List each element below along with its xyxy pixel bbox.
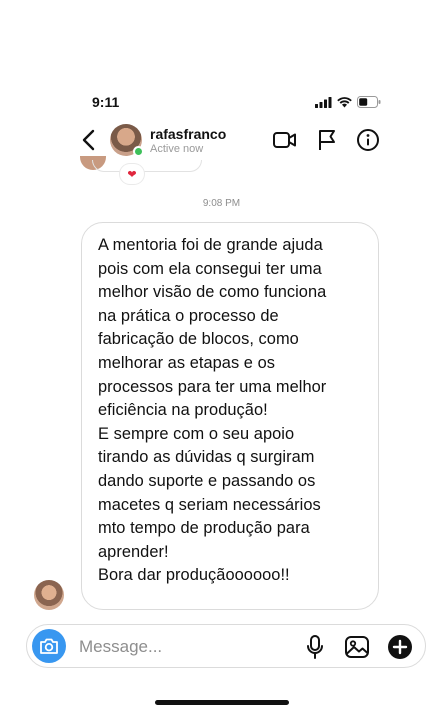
sender-avatar[interactable] [34,580,64,610]
active-status: Active now [150,143,204,155]
camera-icon [40,638,58,654]
message-text: A mentoria foi de grande ajuda pois com … [98,236,327,585]
message-timestamp: 9:08 PM [202,198,241,209]
back-chevron-icon[interactable] [80,128,98,152]
status-bar: 9:11 [0,92,443,114]
username[interactable]: rafasfranco [150,126,226,142]
add-icon [388,635,412,659]
gallery-button[interactable] [343,633,371,661]
received-message-bubble[interactable]: A mentoria foi de grande ajuda pois com … [81,222,379,610]
signal-icon [315,96,332,108]
message-composer [26,624,426,668]
microphone-icon [307,635,323,659]
status-time: 9:11 [92,94,120,110]
add-button[interactable] [386,633,414,661]
wifi-icon [337,96,352,107]
camera-button[interactable] [32,629,66,663]
heart-reaction-icon[interactable]: ❤ [120,164,144,184]
message-input[interactable] [79,635,279,659]
video-call-icon[interactable] [272,128,298,152]
previous-message-bubble[interactable] [92,160,202,172]
online-indicator [133,146,144,157]
avatar[interactable] [110,124,144,157]
info-icon[interactable] [355,128,381,152]
microphone-button[interactable] [301,633,329,661]
gallery-icon [345,636,369,658]
flag-icon[interactable] [314,128,340,152]
chat-header: rafasfranco Active now [0,120,443,162]
home-indicator[interactable] [155,700,289,705]
status-icons [315,96,381,108]
battery-icon [357,96,381,108]
